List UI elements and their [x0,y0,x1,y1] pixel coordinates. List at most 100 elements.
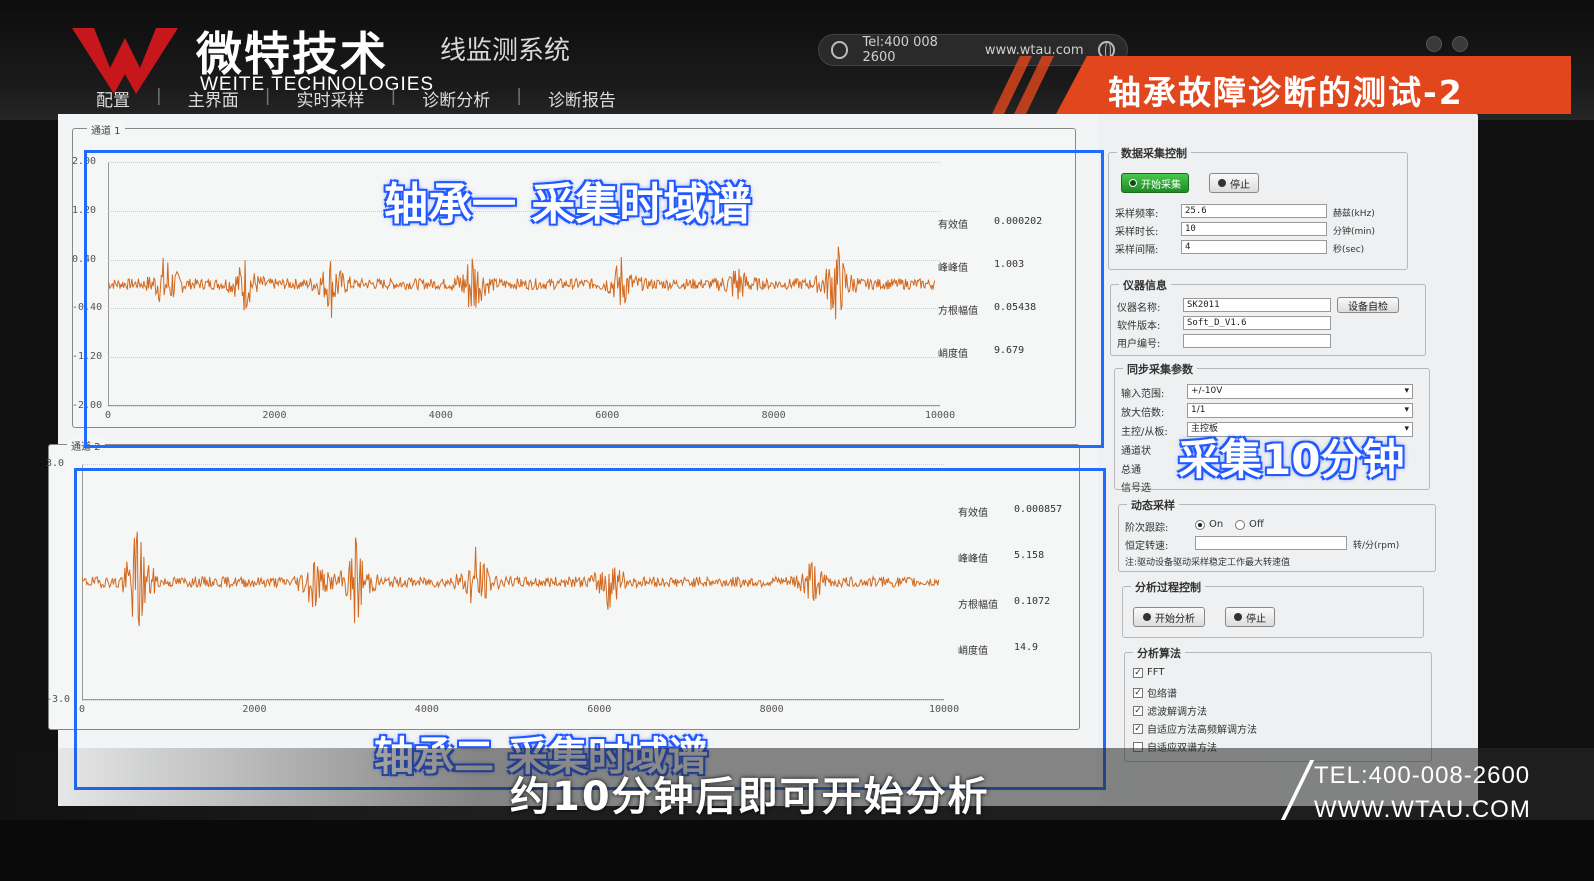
algorithm-label: FFT [1147,667,1165,678]
gridline [82,700,944,701]
algorithm-group-title: 分析算法 [1133,645,1185,661]
menu-item-config[interactable]: 配置 [96,86,130,111]
collect-overlay-text: 采集10分钟 [1178,435,1405,484]
xtick-label: 2000 [242,704,267,715]
contact-pill-tel: Tel:400 008 2600 [862,35,938,65]
monitor-screen: 通道 1 2.00 1.20 0.40 -0.40 -1.20 -2.00 0 2000 40… [46,114,1478,806]
checkbox-icon: ✓ [1133,667,1143,678]
algorithm-checkbox[interactable]: ✓ 包络谱 [1133,685,1177,700]
order-tracking-on-radio[interactable]: On [1195,519,1223,530]
device-name-label: 仪器名称: [1117,303,1161,314]
sample-freq-input[interactable]: 25.6 [1181,204,1327,218]
software-version-label: 软件版本: [1117,321,1161,332]
device-group: 仪器信息 仪器名称: SK2011 设备自检 软件版本: Soft_D_V1.6… [1110,277,1426,356]
gain-select[interactable]: 1/1 [1187,403,1413,418]
sample-duration-input[interactable]: 10 [1181,222,1327,236]
sample-freq-unit: 赫兹(kHz) [1333,209,1375,219]
algorithm-checkbox[interactable]: ✓ 自适应方法高频解调方法 [1133,721,1257,736]
menu-separator: | [516,86,522,106]
contact-tel: TEL:400-008-2600 [1314,762,1531,789]
xtick-label: 8000 [759,704,784,715]
stat-value: 9.679 [994,345,1025,356]
waveform-line [82,531,940,627]
channel2-waveform [82,531,940,627]
bottom-letterbox [0,820,1594,881]
stat-label: 方根幅值 [958,600,998,611]
ytick-label: 0.40 [72,253,97,265]
ytick-label: 1.20 [72,204,97,216]
constant-speed-input[interactable] [1195,536,1347,550]
contact-pill: Tel:400 008 2600 www.wtau.com [818,34,1128,66]
menu-item-report[interactable]: 诊断报告 [548,86,616,111]
menu-separator: | [264,86,271,106]
stop-icon [1234,613,1242,621]
stop-acquisition-label: 停止 [1230,179,1250,191]
master-slave-label: 主控/从板: [1121,427,1168,438]
subtitle: 约10分钟后即可开始分析 [510,774,990,820]
minimize-icon[interactable] [1426,36,1442,52]
sample-interval-label: 采样间隔: [1115,245,1159,256]
algorithm-label: 自适应方法高频解调方法 [1147,725,1257,736]
checkbox-icon: ✓ [1133,723,1143,734]
algorithm-label: 包络谱 [1147,689,1177,700]
order-tracking-label: 阶次跟踪: [1125,523,1169,534]
algorithm-checkbox[interactable]: ✓ FFT [1133,667,1164,678]
algorithm-checkbox[interactable]: ✓ 滤波解调方法 [1133,703,1207,718]
ytick-label: -3.0 [46,694,71,705]
xtick-label: 8000 [761,410,786,421]
sample-interval-input[interactable]: 4 [1181,240,1327,254]
self-check-button[interactable]: 设备自检 [1337,297,1399,313]
device-name-input[interactable]: SK2011 [1183,298,1331,312]
start-analysis-button[interactable]: 开始分析 [1133,607,1205,627]
menu-item-main[interactable]: 主界面 [188,86,239,111]
stop-acquisition-button[interactable]: 停止 [1209,173,1259,193]
xtick-label: 2000 [262,410,287,421]
stop-analysis-button[interactable]: 停止 [1225,607,1275,627]
channel2-label: 通道 2 [67,438,105,453]
window-controls [1426,36,1468,52]
xtick-label: 10000 [925,410,956,421]
stat-value: 14.9 [1014,642,1039,653]
menu-item-realtime[interactable]: 实时采样 [296,86,364,111]
xtick-label: 6000 [595,410,620,421]
algorithm-label: 滤波解调方法 [1147,707,1207,718]
checkbox-icon: ✓ [1133,705,1143,716]
user-id-label: 用户编号: [1117,339,1161,350]
stop-icon [1218,179,1226,187]
stat-label: 有效值 [958,508,988,519]
ytick-label: -2.00 [72,400,103,411]
waveform-line [108,246,936,320]
constant-speed-label: 恒定转速: [1125,541,1169,552]
ytick-label: -0.40 [72,302,103,314]
start-acquisition-button[interactable]: 开始采集 [1121,173,1189,193]
menu-separator: | [390,86,397,106]
algorithm-group: 分析算法 ✓FFT✓包络谱✓滤波解调方法✓自适应方法高频解调方法自适应双谱方法 [1124,645,1432,762]
radio-off-icon [1235,519,1245,530]
sync-group-title: 同步采集参数 [1123,361,1197,377]
input-range-select[interactable]: +/-10V [1187,384,1413,399]
sample-duration-unit: 分钟(min) [1333,227,1375,237]
phone-icon [831,41,849,59]
radio-on-label: On [1209,519,1224,530]
main-menu: 配置 | 主界面 | 实时采样 | 诊断分析 | 诊断报告 [96,86,616,111]
channel-state-label: 通道状 [1121,446,1151,457]
stop-analysis-label: 停止 [1246,613,1266,625]
software-version-input[interactable]: Soft_D_V1.6 [1183,316,1331,330]
checkbox-icon: ✓ [1133,687,1143,698]
ytick-label: 2.00 [72,156,97,167]
signal-select-label: 信号选 [1121,483,1151,494]
bearing1-overlay-text: 轴承一 采集时域谱 [384,179,752,230]
order-tracking-off-radio[interactable]: Off [1235,519,1264,530]
acq-group: 数据采集控制 开始采集 停止 采样频率: 25.6 赫兹(kHz) 采样时长: … [1108,145,1408,270]
title-banner: 轴承故障诊断的测试-2 [1056,56,1571,114]
channel1-label: 通道 1 [87,122,125,137]
menu-separator: | [156,86,162,106]
user-id-input[interactable] [1183,334,1331,348]
input-range-label: 输入范围: [1121,389,1165,400]
start-analysis-label: 开始分析 [1155,613,1195,625]
menu-item-diagnosis[interactable]: 诊断分析 [422,86,490,111]
close-icon[interactable] [1452,36,1468,52]
start-acquisition-label: 开始采集 [1141,179,1181,191]
stat-label: 峭度值 [958,646,988,657]
xtick-label: 10000 [929,704,960,715]
